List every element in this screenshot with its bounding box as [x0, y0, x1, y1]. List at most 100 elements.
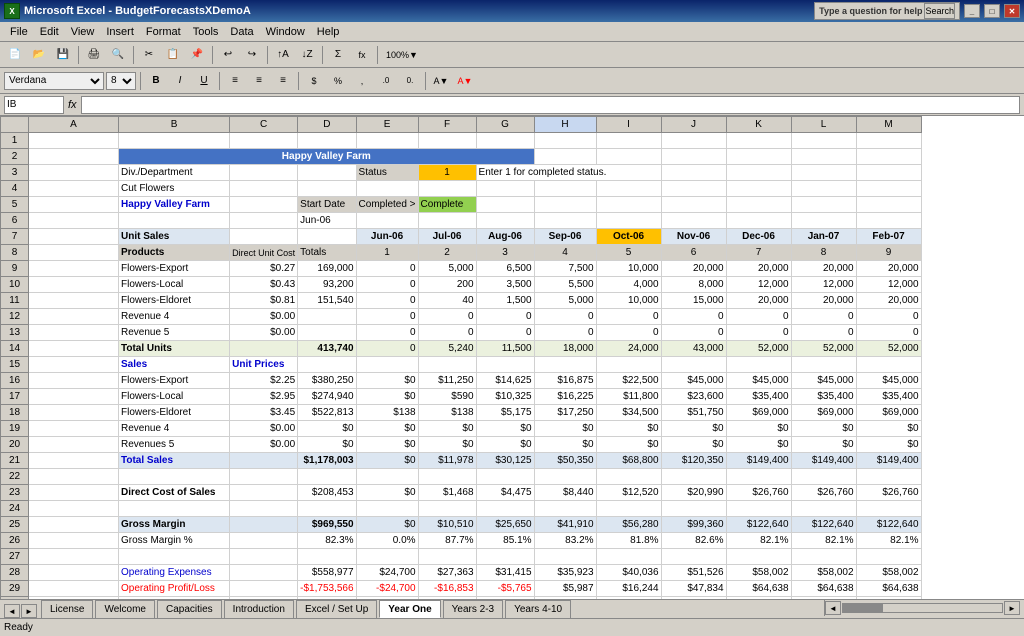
fill-color-button[interactable]: A▼ — [430, 71, 452, 91]
percent-button[interactable]: % — [327, 71, 349, 91]
h-scroll-thumb[interactable] — [843, 604, 883, 612]
comma-button[interactable]: , — [351, 71, 373, 91]
preview-button[interactable]: 🔍 — [107, 45, 129, 65]
title-bar: X Microsoft Excel - BudgetForecastsXDemo… — [0, 0, 1024, 22]
table-row: 12 Revenue 4 $0.00 0 0 0 0 0 0 0 0 0 — [1, 309, 922, 325]
paste-button[interactable]: 📌 — [186, 45, 208, 65]
open-button[interactable]: 📂 — [28, 45, 50, 65]
sheet-tab-capacities[interactable]: Capacities — [157, 600, 222, 618]
col-header-I[interactable]: I — [596, 117, 661, 133]
col-header-A[interactable]: A — [29, 117, 119, 133]
print-button[interactable]: 🖨 — [83, 45, 105, 65]
sheet-tab-introduction[interactable]: Introduction — [224, 600, 294, 618]
menu-window[interactable]: Window — [260, 24, 311, 40]
sheet-tab-years-2-3[interactable]: Years 2-3 — [443, 600, 503, 618]
sum-button[interactable]: Σ — [327, 45, 349, 65]
h-scroll-right[interactable]: ► — [1004, 601, 1020, 615]
sheet-tab-year-one[interactable]: Year One — [379, 600, 440, 618]
cut-button[interactable]: ✂ — [138, 45, 160, 65]
table-row: 30 Management Charges $0 $0 -$1 $2 $3 $4… — [1, 597, 922, 600]
decrease-decimal-button[interactable]: 0. — [399, 71, 421, 91]
col-header-D[interactable]: D — [298, 117, 356, 133]
toolbar-1: 📄 📂 💾 🖨 🔍 ✂ 📋 📌 ↩ ↪ ↑A ↓Z Σ fx 100%▼ — [0, 42, 1024, 68]
menu-help[interactable]: Help — [311, 24, 346, 40]
align-right-button[interactable]: ≡ — [272, 71, 294, 91]
table-row: 18 Flowers-Eldoret $3.45 $522,813 $138 $… — [1, 405, 922, 421]
currency-button[interactable]: $ — [303, 71, 325, 91]
col-header-K[interactable]: K — [726, 117, 791, 133]
font-size-select[interactable]: 8 — [106, 72, 136, 90]
font-select[interactable]: Verdana — [4, 72, 104, 90]
menu-tools[interactable]: Tools — [187, 24, 225, 40]
col-header-C[interactable]: C — [230, 117, 298, 133]
name-box[interactable]: IB — [4, 96, 64, 114]
table-row: 15 Sales Unit Prices — [1, 357, 922, 373]
increase-decimal-button[interactable]: .0 — [375, 71, 397, 91]
table-row: 9 Flowers-Export $0.27 169,000 0 5,000 6… — [1, 261, 922, 277]
align-center-button[interactable]: ≡ — [248, 71, 270, 91]
table-row: 20 Revenues 5 $0.00 $0 $0 $0 $0 $0 $0 $0… — [1, 437, 922, 453]
sheet-tab-welcome[interactable]: Welcome — [95, 600, 155, 618]
table-row: 23 Direct Cost of Sales $208,453 $0 $1,4… — [1, 485, 922, 501]
menu-insert[interactable]: Insert — [100, 24, 140, 40]
col-header-E[interactable]: E — [356, 117, 418, 133]
menu-data[interactable]: Data — [224, 24, 259, 40]
table-row: 5 Happy Valley Farm Start Date Completed… — [1, 197, 922, 213]
table-row: 3 Div./Department Status 1 Enter 1 for c… — [1, 165, 922, 181]
search-help-box: Type a question for help — [819, 6, 922, 16]
tab-scroll-right[interactable]: ► — [21, 604, 37, 618]
col-header-B[interactable]: B — [119, 117, 230, 133]
h-scroll-left[interactable]: ◄ — [825, 601, 841, 615]
sheet-tab-years-4-10[interactable]: Years 4-10 — [505, 600, 571, 618]
menu-bar: File Edit View Insert Format Tools Data … — [0, 22, 1024, 42]
underline-button[interactable]: U — [193, 71, 215, 91]
col-header-F[interactable]: F — [418, 117, 476, 133]
new-button[interactable]: 📄 — [4, 45, 26, 65]
redo-button[interactable]: ↪ — [241, 45, 263, 65]
save-button[interactable]: 💾 — [52, 45, 74, 65]
zoom-dropdown[interactable]: 100%▼ — [382, 45, 422, 65]
col-header-L[interactable]: L — [791, 117, 856, 133]
table-row: 14 Total Units 413,740 0 5,240 11,500 18… — [1, 341, 922, 357]
menu-edit[interactable]: Edit — [34, 24, 65, 40]
col-header-G[interactable]: G — [476, 117, 534, 133]
minimize-button[interactable]: _ — [964, 4, 980, 18]
copy-button[interactable]: 📋 — [162, 45, 184, 65]
italic-button[interactable]: I — [169, 71, 191, 91]
grid-table: A B C D E F G H I J K L M 1 — [0, 116, 922, 599]
corner-header — [1, 117, 29, 133]
toolbar-2: Verdana 8 B I U ≡ ≡ ≡ $ % , .0 0. A▼ A▼ — [0, 68, 1024, 94]
sort-desc-button[interactable]: ↓Z — [296, 45, 318, 65]
col-header-J[interactable]: J — [661, 117, 726, 133]
table-row: 1 — [1, 133, 922, 149]
table-row: 16 Flowers-Export $2.25 $380,250 $0 $11,… — [1, 373, 922, 389]
undo-button[interactable]: ↩ — [217, 45, 239, 65]
col-header-H[interactable]: H — [534, 117, 596, 133]
fx-label: fx — [64, 99, 81, 111]
menu-format[interactable]: Format — [140, 24, 187, 40]
sheet-tab-license[interactable]: License — [41, 600, 93, 618]
search-button[interactable]: Search — [924, 3, 955, 19]
bold-button[interactable]: B — [145, 71, 167, 91]
table-row: 7 Unit Sales Jun-06 Jul-06 Aug-06 Sep-06… — [1, 229, 922, 245]
formula-input[interactable] — [81, 96, 1020, 114]
table-row: 13 Revenue 5 $0.00 0 0 0 0 0 0 0 0 0 — [1, 325, 922, 341]
font-color-button[interactable]: A▼ — [454, 71, 476, 91]
table-row: 25 Gross Margin $969,550 $0 $10,510 $25,… — [1, 517, 922, 533]
sort-asc-button[interactable]: ↑A — [272, 45, 294, 65]
table-row: 17 Flowers-Local $2.95 $274,940 $0 $590 … — [1, 389, 922, 405]
table-row: 19 Revenue 4 $0.00 $0 $0 $0 $0 $0 $0 $0 … — [1, 421, 922, 437]
table-row: 21 Total Sales $1,178,003 $0 $11,978 $30… — [1, 453, 922, 469]
fx-button[interactable]: fx — [351, 45, 373, 65]
sheet-area: A B C D E F G H I J K L M 1 — [0, 116, 1024, 599]
close-button[interactable]: ✕ — [1004, 4, 1020, 18]
align-left-button[interactable]: ≡ — [224, 71, 246, 91]
menu-view[interactable]: View — [65, 24, 101, 40]
sheet-tab-excel-setup[interactable]: Excel / Set Up — [296, 600, 377, 618]
col-header-M[interactable]: M — [856, 117, 921, 133]
menu-file[interactable]: File — [4, 24, 34, 40]
spreadsheet: A B C D E F G H I J K L M 1 — [0, 116, 1024, 618]
tab-scroll-left[interactable]: ◄ — [4, 604, 20, 618]
maximize-button[interactable]: □ — [984, 4, 1000, 18]
table-row: 4 Cut Flowers — [1, 181, 922, 197]
